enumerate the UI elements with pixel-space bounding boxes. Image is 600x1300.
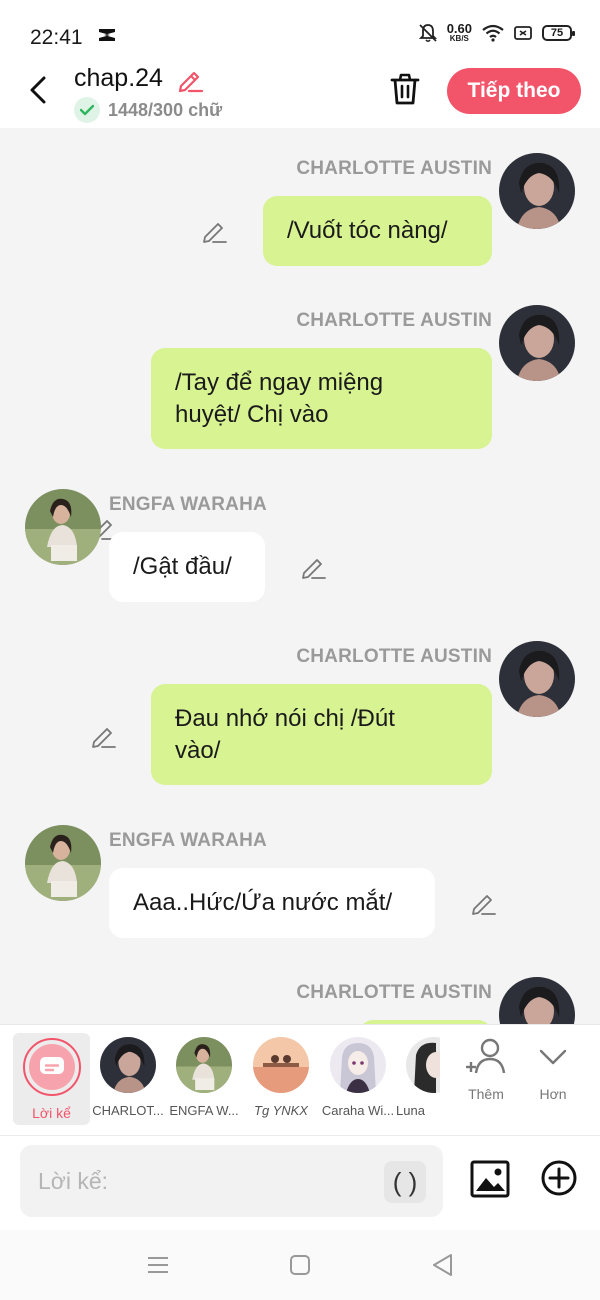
- more-label: Hơn: [539, 1086, 567, 1102]
- message-bubble[interactable]: /Tay để ngay miệng huyệt/ Chị vào: [151, 348, 492, 449]
- speaker-name: CHARLOTTE AUSTIN: [296, 158, 492, 179]
- back-button[interactable]: [20, 72, 56, 108]
- narrator-icon: [22, 1038, 81, 1096]
- status-bar: 22:41 0.60 KB/S 75: [0, 0, 600, 60]
- delete-button[interactable]: [386, 70, 424, 108]
- avatar: [406, 1037, 440, 1093]
- trash-icon: [390, 73, 420, 105]
- character-label: Tg YNKX: [254, 1103, 308, 1118]
- composer-panel: Lời kể CHARLOT... ENGFA W... Tg YNKX Car…: [0, 1024, 600, 1230]
- status-icons: 0.60 KB/S 75: [418, 22, 575, 43]
- character-label: CHARLOT...: [92, 1103, 164, 1118]
- add-character-button[interactable]: Thêm: [456, 1037, 516, 1102]
- word-count-text: 1448/300 chữ: [108, 99, 223, 120]
- edit-message-icon[interactable]: [200, 217, 228, 245]
- system-nav-bar: [0, 1230, 600, 1300]
- edit-message-icon[interactable]: [299, 553, 327, 581]
- status-time: 22:41: [30, 26, 83, 49]
- avatar[interactable]: [25, 489, 101, 565]
- avatar[interactable]: [499, 641, 575, 717]
- net-speed: 0.60 KB/S: [447, 22, 472, 43]
- message-text-line: vào/: [175, 736, 221, 764]
- speaker-name: CHARLOTTE AUSTIN: [296, 646, 492, 667]
- message-text-line: huyệt/ Chị vào: [175, 400, 329, 428]
- net-speed-unit: KB/S: [449, 34, 469, 43]
- battery-level: 75: [550, 26, 564, 39]
- message-bubble[interactable]: /Vuốt tóc nàng/: [263, 196, 492, 266]
- add-character-label: Thêm: [468, 1086, 504, 1102]
- image-icon[interactable]: [470, 1159, 510, 1199]
- bell-off-icon: [418, 23, 437, 42]
- add-icon[interactable]: [540, 1159, 578, 1197]
- character-item[interactable]: Caraha Wi...: [318, 1033, 398, 1125]
- capcut-icon: [99, 29, 115, 41]
- narrator-button[interactable]: Lời kể: [13, 1033, 90, 1125]
- avatar[interactable]: [499, 305, 575, 381]
- screen-record-icon: [514, 25, 532, 40]
- composer-box: ( ): [20, 1145, 443, 1217]
- message-text-line: Đau nhớ nói chị /Đút: [175, 704, 395, 732]
- message-text: Aaa..Hức/Ứa nước mắt/: [133, 889, 393, 916]
- battery-icon: 75: [542, 24, 575, 41]
- check-icon: [74, 97, 100, 123]
- top-bar: chap.24 1448/300 chữ Tiếp theo: [0, 60, 600, 128]
- next-button[interactable]: Tiếp theo: [447, 68, 581, 114]
- message-input[interactable]: [38, 1163, 378, 1199]
- chevron-down-icon: [539, 1049, 567, 1065]
- message-text: /Gật đầu/: [133, 553, 232, 580]
- message-bubble[interactable]: /Gật đầu/: [109, 532, 265, 602]
- character-item[interactable]: Luna: [396, 1033, 440, 1125]
- parenthesis-button[interactable]: ( ): [384, 1161, 426, 1203]
- more-button[interactable]: Hơn: [523, 1037, 583, 1102]
- avatar: [330, 1037, 386, 1093]
- chat-area[interactable]: CHARLOTTE AUSTIN /Vuốt tóc nàng/ CHARLOT…: [0, 128, 600, 1024]
- edit-title-icon[interactable]: [176, 66, 204, 94]
- edit-message-icon[interactable]: [469, 889, 497, 917]
- avatar[interactable]: [499, 977, 575, 1024]
- word-count: 1448/300 chữ: [74, 97, 222, 123]
- message-text-line: /Tay để ngay miệng: [175, 368, 384, 396]
- chevron-left-icon: [30, 76, 46, 104]
- app-root: 22:41 0.60 KB/S 75 chap.24 1448/300 chữ …: [0, 0, 600, 1300]
- speaker-name: ENGFA WARAHA: [109, 830, 267, 851]
- speaker-name: ENGFA WARAHA: [109, 494, 267, 515]
- narrator-label: Lời kể: [32, 1105, 71, 1121]
- character-label: Luna: [396, 1103, 425, 1118]
- page-title: chap.24: [74, 64, 163, 92]
- avatar: [100, 1037, 156, 1093]
- character-selector: Lời kể CHARLOT... ENGFA W... Tg YNKX Car…: [0, 1025, 600, 1135]
- character-item[interactable]: CHARLOT...: [88, 1033, 168, 1125]
- menu-icon[interactable]: [145, 1252, 171, 1278]
- wifi-icon: [482, 24, 504, 42]
- avatar[interactable]: [499, 153, 575, 229]
- character-label: Caraha Wi...: [321, 1103, 395, 1118]
- avatar: [176, 1037, 232, 1093]
- speaker-name: CHARLOTTE AUSTIN: [296, 310, 492, 331]
- back-nav-icon[interactable]: [430, 1252, 456, 1278]
- avatar: [253, 1037, 309, 1093]
- character-item[interactable]: Tg YNKX: [241, 1033, 321, 1125]
- speaker-name: CHARLOTTE AUSTIN: [296, 982, 492, 1003]
- edit-message-icon[interactable]: [89, 722, 117, 750]
- message-text: /Vuốt tóc nàng/: [287, 217, 448, 244]
- message-bubble[interactable]: Đau nhớ nói chị /Đút vào/: [151, 684, 492, 785]
- character-label: ENGFA W...: [169, 1103, 239, 1118]
- home-icon[interactable]: [287, 1252, 313, 1278]
- add-user-icon: [466, 1038, 506, 1074]
- divider: [0, 1135, 600, 1136]
- message-bubble[interactable]: Aaa..Hức/Ứa nước mắt/: [109, 868, 435, 938]
- character-item[interactable]: ENGFA W...: [164, 1033, 244, 1125]
- avatar[interactable]: [25, 825, 101, 901]
